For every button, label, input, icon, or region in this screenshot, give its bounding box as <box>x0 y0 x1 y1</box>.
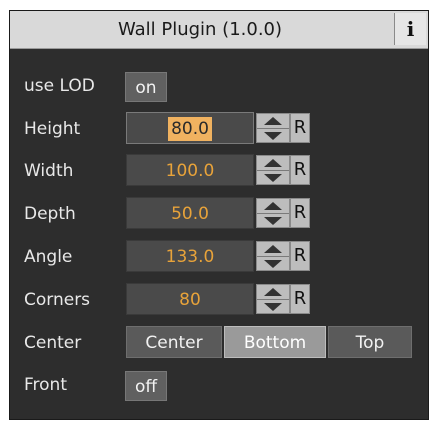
width-reset-button[interactable]: R <box>290 155 310 185</box>
angle-field[interactable]: 133.0 <box>126 240 254 272</box>
center-option-bottom[interactable]: Bottom <box>224 326 326 358</box>
use-lod-label: use LOD <box>24 76 95 96</box>
info-button[interactable]: i <box>394 13 426 45</box>
arrow-down-icon[interactable] <box>257 170 289 185</box>
height-label: Height <box>24 119 81 139</box>
arrow-down-icon[interactable] <box>257 213 289 228</box>
corners-field[interactable]: 80 <box>126 283 254 315</box>
arrow-up-icon[interactable] <box>257 156 289 170</box>
center-option-center[interactable]: Center <box>126 326 222 358</box>
arrow-down-icon[interactable] <box>257 128 289 143</box>
panel-title: Wall Plugin (1.0.0) <box>117 19 283 40</box>
arrow-up-icon[interactable] <box>257 242 289 256</box>
depth-field[interactable]: 50.0 <box>126 197 254 229</box>
arrow-down-icon[interactable] <box>257 299 289 314</box>
front-toggle[interactable]: off <box>125 371 167 401</box>
arrow-up-icon[interactable] <box>257 199 289 213</box>
corners-label: Corners <box>24 290 91 310</box>
width-field[interactable]: 100.0 <box>126 154 254 186</box>
height-stepper[interactable] <box>256 113 290 143</box>
use-lod-toggle[interactable]: on <box>125 72 167 102</box>
corners-stepper[interactable] <box>256 284 290 314</box>
arrow-up-icon[interactable] <box>257 285 289 299</box>
arrow-up-icon[interactable] <box>257 114 289 128</box>
front-label: Front <box>24 375 67 395</box>
arrow-down-icon[interactable] <box>257 256 289 271</box>
angle-stepper[interactable] <box>256 241 290 271</box>
title-bar: Wall Plugin (1.0.0) i <box>10 11 428 49</box>
height-reset-button[interactable]: R <box>290 113 310 143</box>
center-option-top[interactable]: Top <box>328 326 412 358</box>
corners-reset-button[interactable]: R <box>290 284 310 314</box>
width-label: Width <box>24 161 74 181</box>
angle-label: Angle <box>24 247 73 267</box>
depth-reset-button[interactable]: R <box>290 198 310 228</box>
center-label: Center <box>24 333 82 353</box>
angle-reset-button[interactable]: R <box>290 241 310 271</box>
depth-stepper[interactable] <box>256 198 290 228</box>
depth-label: Depth <box>24 204 76 224</box>
height-value: 80.0 <box>168 117 212 141</box>
width-stepper[interactable] <box>256 155 290 185</box>
wall-plugin-panel: Wall Plugin (1.0.0) i use LOD on Height … <box>9 10 429 420</box>
height-field[interactable]: 80.0 <box>126 112 254 144</box>
